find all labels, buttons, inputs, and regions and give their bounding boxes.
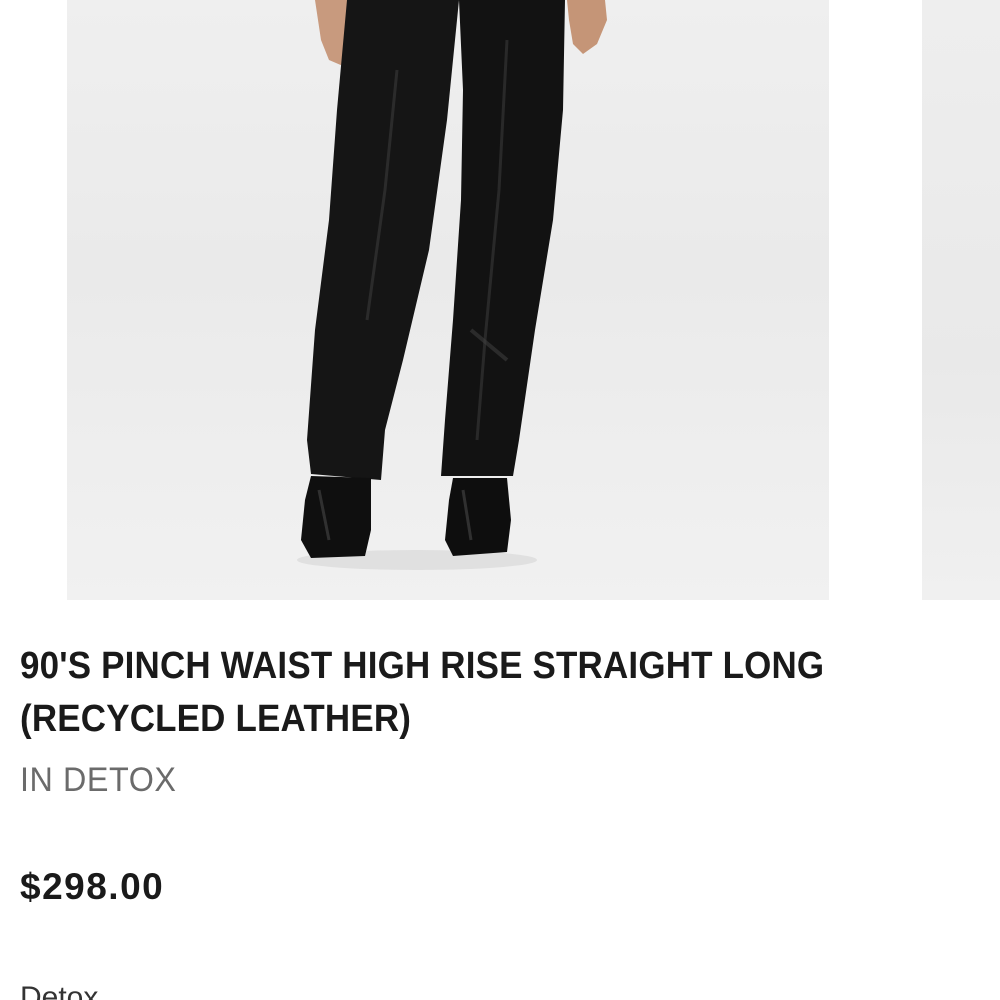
product-next-image[interactable] xyxy=(922,0,1000,600)
product-title: 90'S PINCH WAIST HIGH RISE STRAIGHT LONG… xyxy=(20,645,825,740)
product-price: $298.00 xyxy=(20,866,165,907)
product-main-image[interactable] xyxy=(67,0,829,600)
product-color-name: IN DETOX xyxy=(20,761,177,799)
product-info: 90'S PINCH WAIST HIGH RISE STRAIGHT LONG… xyxy=(20,640,960,1000)
product-photo-illustration xyxy=(297,0,607,570)
product-image-gallery[interactable] xyxy=(0,0,1000,600)
product-page: 90'S PINCH WAIST HIGH RISE STRAIGHT LONG… xyxy=(0,0,1000,1000)
color-swatch-label[interactable]: Detox xyxy=(20,980,98,1000)
